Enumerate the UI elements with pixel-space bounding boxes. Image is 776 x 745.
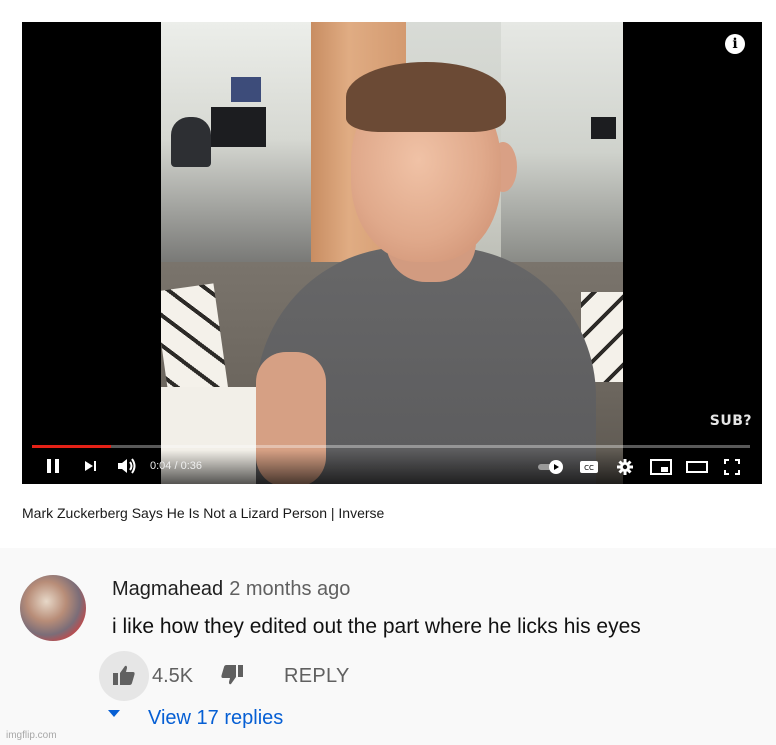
time-display: 0:04 / 0:36 [150, 460, 202, 472]
theater-icon[interactable] [686, 459, 708, 475]
comment-timestamp[interactable]: 2 months ago [229, 578, 350, 600]
comment-text: i like how they edited out the part wher… [112, 615, 641, 638]
avatar[interactable] [20, 575, 86, 641]
author-name[interactable]: Magmahead [112, 578, 223, 600]
comment-section: Magmahead 2 months ago i like how they ed… [0, 548, 776, 745]
like-count: 4.5K [152, 665, 194, 687]
video-frame[interactable] [161, 22, 623, 484]
info-icon[interactable]: i [725, 34, 745, 54]
monitor [591, 117, 616, 139]
svg-text:CC: CC [584, 464, 594, 472]
progress-fill [32, 445, 111, 448]
speaker-hair [346, 62, 506, 132]
comment-header: Magmahead 2 months ago [112, 578, 350, 601]
thumbs-down-icon[interactable] [220, 664, 244, 686]
pause-icon[interactable] [44, 457, 62, 475]
reply-button[interactable]: REPLY [284, 665, 350, 688]
miniplayer-icon[interactable] [650, 459, 672, 475]
background-person [171, 117, 211, 167]
captions-icon[interactable]: CC [579, 459, 599, 475]
view-replies-link[interactable]: View 17 replies [148, 707, 283, 730]
monitor [211, 107, 266, 147]
watermark: imgflip.com [6, 730, 57, 741]
player-controls: 0:04 / 0:36 CC [22, 450, 762, 484]
next-icon[interactable] [82, 457, 100, 475]
volume-icon[interactable] [116, 457, 138, 475]
progress-bar[interactable] [32, 445, 750, 448]
subscribe-overlay[interactable]: SUB? [710, 413, 752, 429]
fullscreen-icon[interactable] [723, 458, 741, 476]
office-background-right [501, 22, 623, 282]
chevron-down-icon[interactable] [108, 710, 120, 717]
monitor [231, 77, 261, 102]
video-title[interactable]: Mark Zuckerberg Says He Is Not a Lizard … [22, 505, 384, 521]
gear-icon[interactable] [616, 458, 634, 476]
autoplay-toggle-icon[interactable] [537, 459, 565, 475]
thumbs-up-icon[interactable] [112, 664, 136, 686]
video-player[interactable]: i SUB? 0:04 / 0:36 CC [22, 22, 762, 484]
